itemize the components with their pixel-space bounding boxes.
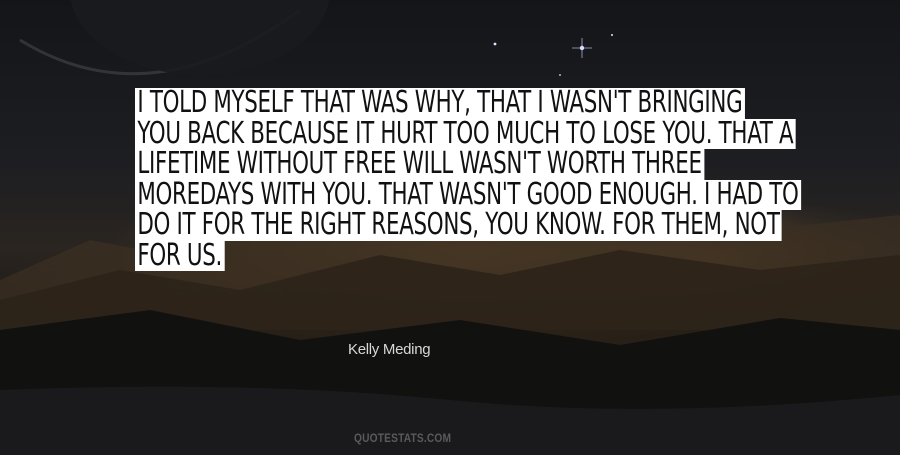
quote-line: LIFETIME WITHOUT FREE WILL WASN'T WORTH … bbox=[135, 148, 775, 180]
quote-line: I TOLD MYSELF THAT WAS WHY, THAT I WASN'… bbox=[135, 87, 775, 119]
quote-line: YOU BACK BECAUSE IT HURT TOO MUCH TO LOS… bbox=[135, 118, 796, 149]
quote-line: FOR US. bbox=[135, 240, 775, 271]
quote-line: MOREDAYS WITH YOU. THAT WASN'T GOOD ENOU… bbox=[135, 179, 801, 210]
quote-text: I TOLD MYSELF THAT WAS WHY, THAT I WASN'… bbox=[135, 87, 801, 271]
site-watermark: QUOTESTATS.COM bbox=[354, 431, 452, 445]
quote-author: Kelly Meding bbox=[348, 341, 431, 358]
quote-card: I TOLD MYSELF THAT WAS WHY, THAT I WASN'… bbox=[0, 0, 900, 455]
quote-line: DO IT FOR THE RIGHT REASONS, YOU KNOW. F… bbox=[135, 209, 782, 241]
